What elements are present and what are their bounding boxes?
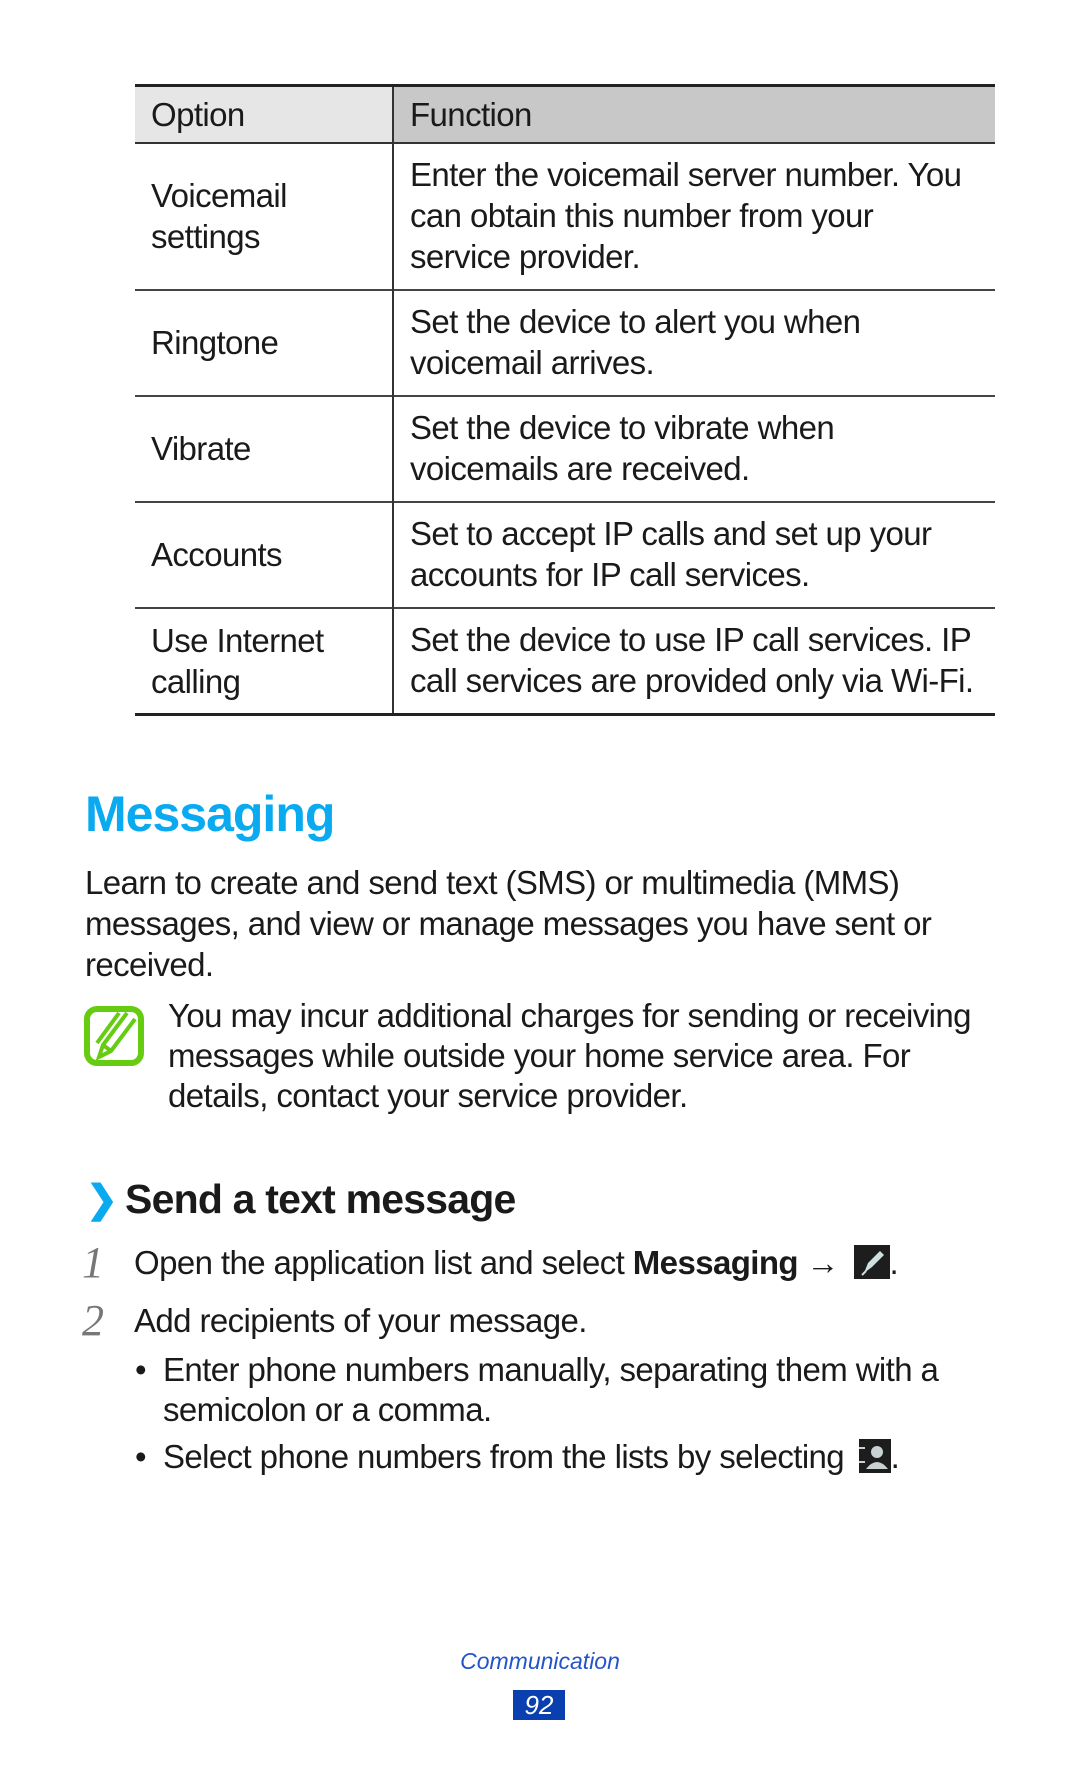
options-table: Option Function Voicemail settings Enter… bbox=[135, 84, 995, 716]
messaging-app-label: Messaging bbox=[632, 1244, 799, 1281]
option-cell: Use Internet calling bbox=[135, 607, 394, 714]
header-function: Function bbox=[393, 85, 995, 143]
step-2: 2 Add recipients of your message. bbox=[82, 1296, 587, 1345]
table-header-row: Option Function bbox=[135, 85, 995, 143]
section-title: Messaging bbox=[85, 786, 335, 842]
function-cell: Set the device to vibrate when voicemail… bbox=[410, 408, 835, 487]
table-row: Ringtone Set the device to alert you whe… bbox=[135, 289, 995, 396]
option-cell: Accounts bbox=[135, 501, 394, 608]
page-number: 92 bbox=[513, 1690, 565, 1720]
option-cell: Vibrate bbox=[135, 395, 394, 502]
subsection-title: Send a text message bbox=[125, 1176, 516, 1222]
option-cell: Voicemail settings bbox=[135, 142, 394, 290]
chevron-right-icon: ❯ bbox=[86, 1179, 118, 1221]
function-cell: Set the device to alert you when voicema… bbox=[410, 302, 861, 381]
step-number: 1 bbox=[82, 1238, 104, 1287]
chapter-label: Communication bbox=[460, 1648, 620, 1674]
bullet-item: • Select phone numbers from the lists by… bbox=[135, 1438, 900, 1475]
table-row: Vibrate Set the device to vibrate when v… bbox=[135, 395, 995, 502]
table-row: Voicemail settings Enter the voicemail s… bbox=[135, 142, 995, 290]
table-row: Use Internet calling Set the device to u… bbox=[135, 607, 995, 714]
function-cell: Enter the voicemail server number. You c… bbox=[410, 155, 962, 275]
function-cell: Set the device to use IP call services. … bbox=[410, 620, 974, 699]
note-pencil-icon bbox=[83, 1005, 145, 1067]
table-row: Accounts Set to accept IP calls and set … bbox=[135, 501, 995, 608]
arrow: → bbox=[797, 1244, 848, 1281]
option-cell: Ringtone bbox=[135, 289, 394, 396]
contacts-icon bbox=[858, 1439, 891, 1473]
compose-icon bbox=[853, 1245, 890, 1279]
step-1: 1 Open the application list and select M… bbox=[82, 1238, 899, 1287]
step-text: Add recipients of your message. bbox=[134, 1302, 587, 1339]
bullet-text: Enter phone numbers manually, separating… bbox=[163, 1351, 939, 1428]
note-text: You may incur additional charges for sen… bbox=[168, 997, 972, 1114]
function-cell: Set to accept IP calls and set up your a… bbox=[410, 514, 932, 593]
step-number: 2 bbox=[82, 1296, 104, 1345]
subsection-heading: ❯ Send a text message bbox=[86, 1176, 516, 1223]
header-option: Option bbox=[135, 85, 394, 143]
intro-paragraph: Learn to create and send text (SMS) or m… bbox=[85, 864, 932, 983]
step-text: Open the application list and select bbox=[134, 1244, 633, 1281]
bullet-text: Select phone numbers from the lists by s… bbox=[163, 1438, 853, 1475]
bullet-item: • Enter phone numbers manually, separati… bbox=[135, 1350, 1005, 1430]
